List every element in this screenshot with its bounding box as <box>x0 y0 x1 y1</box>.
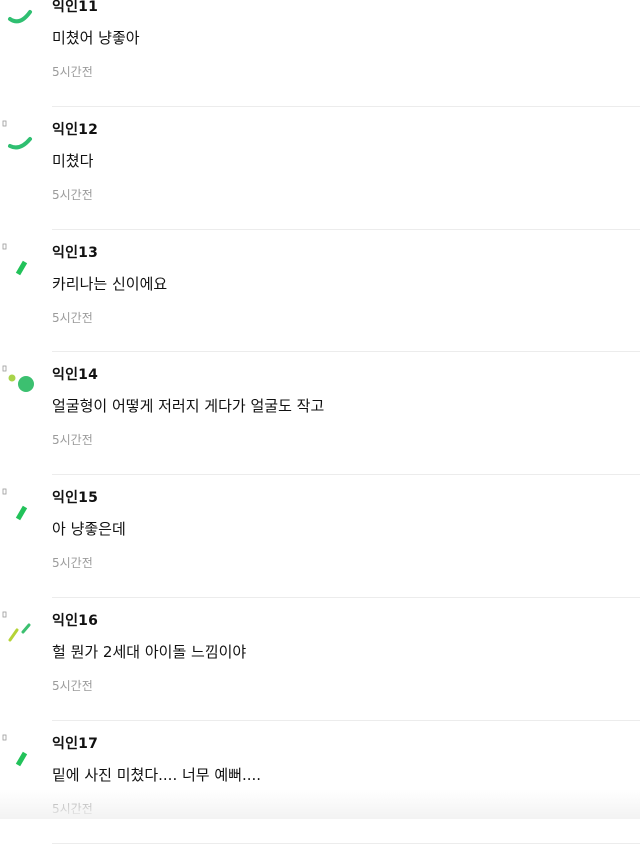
comment-time: 5시간전 <box>52 801 93 816</box>
comment-time: 5시간전 <box>52 678 93 693</box>
comment-body: 익인12 미쳤다 5시간전 <box>52 107 640 230</box>
comment-item: 익인17 밑에 사진 미쳤다.... 너무 예뻐.... 5시간전 <box>0 721 640 844</box>
avatar[interactable] <box>0 0 44 32</box>
avatar[interactable] <box>0 107 44 155</box>
comment-body: 익인17 밑에 사진 미쳤다.... 너무 예뻐.... 5시간전 <box>52 721 640 844</box>
comment-item: 익인14 얼굴형이 어떻게 저러지 게다가 얼굴도 작고 5시간전 <box>0 352 640 476</box>
green-slash-icon <box>2 243 28 275</box>
comment-text: 얼굴형이 어떻게 저러지 게다가 얼굴도 작고 <box>52 397 325 416</box>
avatar[interactable] <box>0 475 44 523</box>
comment-text: 미쳤어 냥좋아 <box>52 29 140 47</box>
comment-time: 5시간전 <box>52 310 93 325</box>
comment-time: 5시간전 <box>52 65 93 79</box>
comment-time: 5시간전 <box>52 556 93 571</box>
avatar[interactable] <box>0 230 44 278</box>
comment-text: 아 냥좋은데 <box>52 520 126 539</box>
comment-author[interactable]: 익인15 <box>52 487 98 507</box>
comment-text: 헐 뭔가 2세대 아이돌 느낌이야 <box>52 642 247 661</box>
green-slash-icon <box>2 734 28 767</box>
comment-text: 미쳤다 <box>52 151 94 170</box>
lime-marks-icon <box>2 611 31 642</box>
green-slash-icon <box>2 488 28 521</box>
comment-author[interactable]: 익인13 <box>52 242 98 262</box>
comment-item: 익인13 카리나는 신이에요 5시간전 <box>0 230 640 353</box>
comment-time: 5시간전 <box>52 433 93 448</box>
comment-text: 카리나는 신이에요 <box>52 274 168 293</box>
avatar[interactable] <box>0 352 44 400</box>
avatar[interactable] <box>0 598 44 646</box>
comment-author[interactable]: 익인14 <box>52 364 98 384</box>
comment-body: 익인11 미쳤어 냥좋아 5시간전 <box>52 0 640 107</box>
comment-body: 익인13 카리나는 신이에요 5시간전 <box>52 230 640 353</box>
comment-time: 5시간전 <box>52 187 93 202</box>
avatar[interactable] <box>0 721 44 769</box>
green-arc-icon <box>2 120 32 150</box>
comment-author[interactable]: 익인11 <box>52 0 98 16</box>
comment-item: 익인15 아 냥좋은데 5시간전 <box>0 475 640 598</box>
comment-text: 밑에 사진 미쳤다.... 너무 예뻐.... <box>52 765 262 784</box>
comment-body: 익인14 얼굴형이 어떻게 저러지 게다가 얼굴도 작고 5시간전 <box>52 352 640 476</box>
green-dots-icon <box>2 365 34 393</box>
comment-author[interactable]: 익인16 <box>52 610 98 630</box>
comment-item: 익인11 미쳤어 냥좋아 5시간전 <box>0 0 640 107</box>
comment-body: 익인16 헐 뭔가 2세대 아이돌 느낌이야 5시간전 <box>52 598 640 721</box>
comment-author[interactable]: 익인12 <box>52 119 98 139</box>
comment-list: 익인11 미쳤어 냥좋아 5시간전 익인12 미쳤다 5시간전 익인13 카리나… <box>0 0 640 844</box>
comment-item: 익인16 헐 뭔가 2세대 아이돌 느낌이야 5시간전 <box>0 598 640 721</box>
comment-body: 익인15 아 냥좋은데 5시간전 <box>52 475 640 598</box>
comment-item: 익인12 미쳤다 5시간전 <box>0 107 640 230</box>
comment-author[interactable]: 익인17 <box>52 733 98 753</box>
green-arc-icon <box>8 10 32 24</box>
